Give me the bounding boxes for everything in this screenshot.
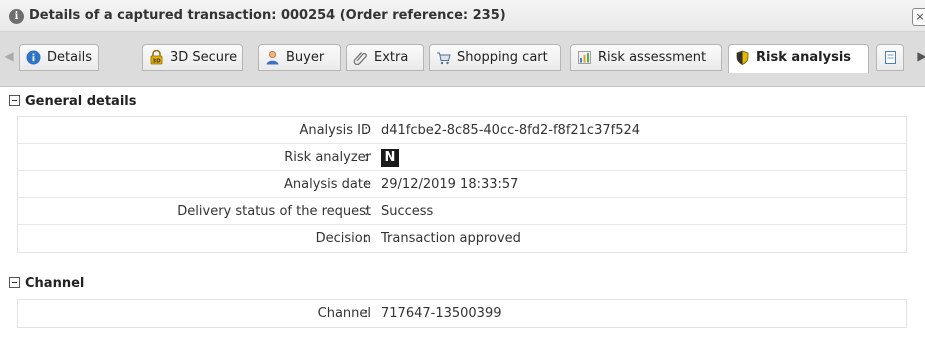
- risk-analysis-panel: General details Analysis ID : d41fcbe2-8…: [0, 87, 925, 345]
- document-icon: [885, 51, 896, 64]
- section-title: Channel: [25, 276, 85, 291]
- table-row: Delivery status of the request : Success: [18, 198, 906, 225]
- field-separator: :: [364, 306, 369, 321]
- tab-label: 3D Secure: [170, 50, 238, 65]
- field-separator: :: [364, 123, 369, 138]
- tab-risk-assessment[interactable]: Risk assessment: [570, 44, 722, 71]
- tab-label: Buyer: [286, 50, 325, 65]
- table-row: Risk analyzer : N: [18, 144, 906, 171]
- window-titlebar: i Details of a captured transaction: 000…: [0, 0, 925, 32]
- tab-label: Risk assessment: [598, 50, 707, 65]
- tab-more[interactable]: [876, 44, 904, 71]
- cart-icon: [437, 52, 451, 65]
- risk-analyzer-logo: N: [381, 149, 399, 167]
- section-channel-header[interactable]: Channel: [9, 274, 84, 294]
- window-title: Details of a captured transaction: 00025…: [29, 8, 506, 23]
- channel-table: Channel : 717647-13500399: [17, 299, 907, 328]
- field-label: Channel: [317, 306, 371, 321]
- tab-label: Extra: [374, 50, 409, 65]
- field-label: Analysis ID: [299, 123, 371, 138]
- scroll-left-arrow-icon[interactable]: ◀: [2, 45, 16, 67]
- table-row: Channel : 717647-13500399: [18, 300, 906, 327]
- table-row: Analysis ID : d41fcbe2-8c85-40cc-8fd2-f8…: [18, 117, 906, 144]
- tab-extra[interactable]: Extra: [346, 44, 424, 71]
- person-icon: [266, 50, 279, 65]
- section-title: General details: [25, 94, 137, 109]
- tab-risk-analysis[interactable]: Risk analysis: [728, 44, 869, 73]
- tab-strip: ◀ Details 3D 3D Secure Buyer Extra Shopp…: [0, 32, 925, 87]
- info-icon: [26, 50, 41, 65]
- analysis-date-value: 29/12/2019 18:33:57: [381, 177, 519, 192]
- close-icon[interactable]: ×: [912, 8, 925, 26]
- table-row: Decision : Transaction approved: [18, 225, 906, 252]
- lock-3d-icon: 3D: [150, 50, 163, 65]
- tab-label: Risk analysis: [756, 50, 852, 65]
- field-label: Delivery status of the request: [177, 204, 371, 219]
- field-separator: :: [364, 150, 369, 165]
- paperclip-icon: [353, 52, 367, 65]
- field-separator: :: [364, 177, 369, 192]
- delivery-status-value: Success: [381, 204, 434, 219]
- field-label: Risk analyzer: [284, 150, 371, 165]
- tab-buyer[interactable]: Buyer: [258, 44, 341, 71]
- section-general-header[interactable]: General details: [9, 92, 136, 112]
- field-separator: :: [364, 204, 369, 219]
- scroll-right-arrow-icon[interactable]: ▶: [915, 45, 925, 67]
- tab-label: Details: [47, 50, 93, 65]
- decision-value: Transaction approved: [381, 231, 521, 246]
- field-label: Analysis date: [283, 177, 371, 192]
- tab-3d-secure[interactable]: 3D 3D Secure: [142, 44, 243, 71]
- chart-icon: [578, 51, 591, 64]
- tab-details[interactable]: Details: [19, 44, 99, 71]
- shield-icon: [736, 50, 749, 65]
- field-separator: :: [364, 231, 369, 246]
- tab-label: Shopping cart: [457, 50, 548, 65]
- svg-text:3D: 3D: [152, 59, 161, 65]
- channel-value: 717647-13500399: [381, 306, 502, 321]
- analysis-id-value: d41fcbe2-8c85-40cc-8fd2-f8f21c37f524: [381, 123, 641, 138]
- table-row: Analysis date : 29/12/2019 18:33:57: [18, 171, 906, 198]
- collapse-toggle-icon[interactable]: [9, 95, 20, 106]
- field-label: Decision: [315, 231, 371, 246]
- collapse-toggle-icon[interactable]: [9, 277, 20, 288]
- general-details-table: Analysis ID : d41fcbe2-8c85-40cc-8fd2-f8…: [17, 116, 907, 253]
- tab-shopping-cart[interactable]: Shopping cart: [429, 44, 561, 71]
- info-icon: i: [9, 9, 24, 24]
